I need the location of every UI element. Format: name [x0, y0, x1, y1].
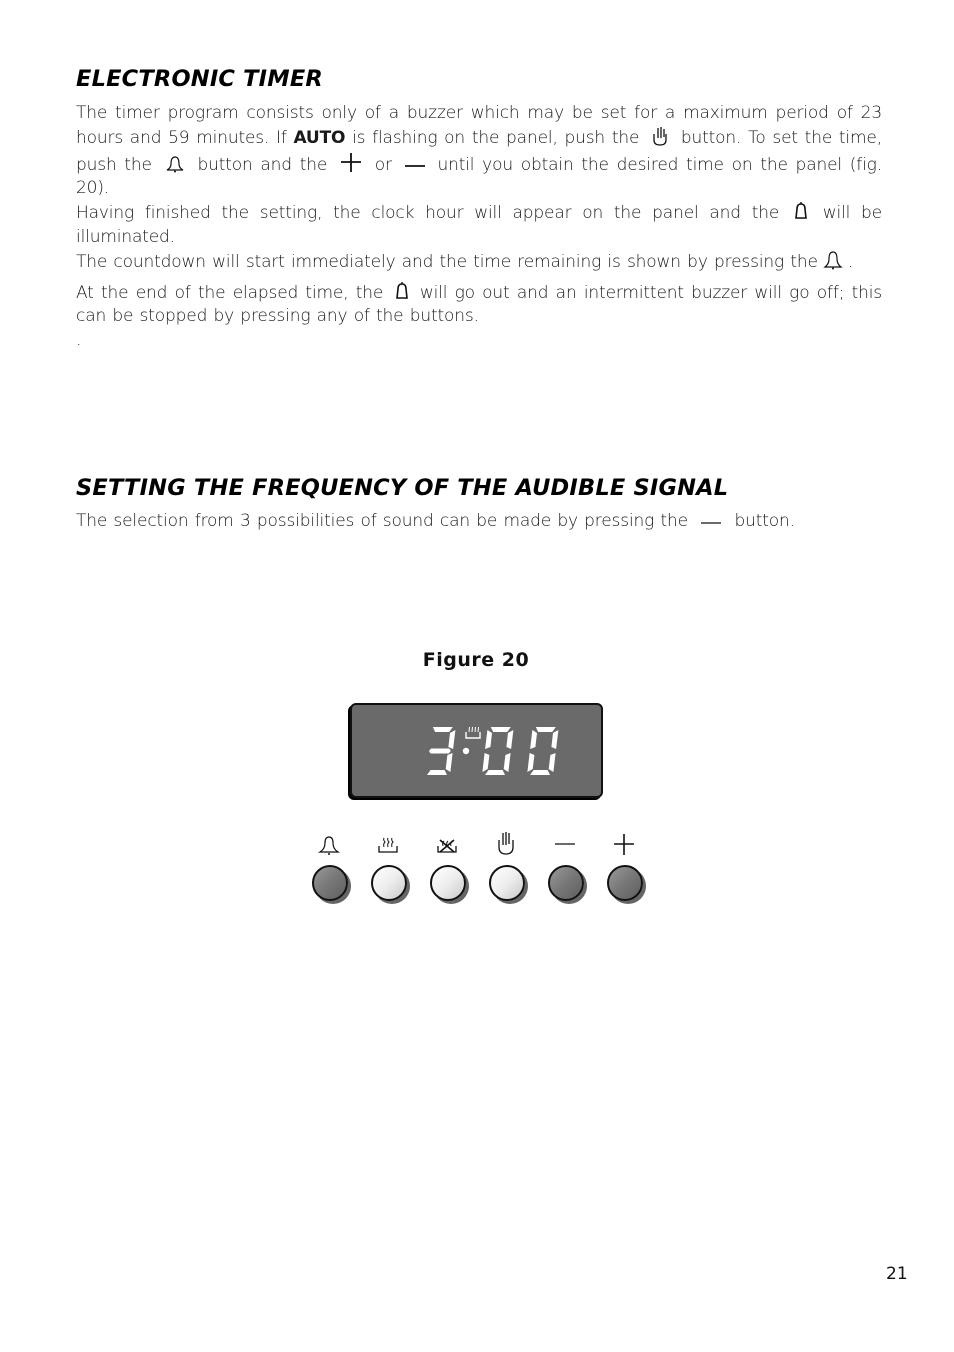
- stray-period: .: [76, 330, 82, 351]
- segment-g: [428, 748, 451, 754]
- paragraph: The countdown will start immediately and…: [76, 250, 882, 275]
- text: button and the: [197, 154, 328, 175]
- display-digit-minute-ones: [527, 727, 559, 775]
- cooking-icon: [465, 726, 481, 739]
- text: or: [374, 154, 392, 175]
- display-digit-hour: [427, 727, 456, 775]
- display-colon-dot: [462, 747, 470, 755]
- paragraph: The timer program consists only of a buz…: [76, 102, 882, 201]
- display-digit-minute-tens: [482, 727, 514, 775]
- manual-hand-icon: [650, 126, 670, 146]
- segment-c: [548, 753, 556, 772]
- plus-button[interactable]: [607, 865, 643, 901]
- minus-button[interactable]: [548, 865, 584, 901]
- section-title-electronic-timer: ELECTRONIC TIMER: [76, 66, 323, 92]
- end-cooking-button[interactable]: [430, 865, 466, 901]
- manual-button[interactable]: [489, 865, 525, 901]
- segment-b: [506, 730, 514, 749]
- seven-segment-readout: [427, 726, 559, 775]
- text: The countdown will start immediately and…: [76, 251, 818, 272]
- segment-a: [535, 727, 556, 732]
- bell-filled-icon: [395, 281, 409, 301]
- bell-icon: [164, 155, 186, 173]
- segment-e: [527, 753, 535, 772]
- page-number: 21: [886, 1264, 908, 1284]
- auto-label: AUTO: [293, 127, 346, 148]
- segment-d: [530, 770, 550, 775]
- text: The selection from 3 possibilities of so…: [76, 511, 688, 531]
- figure-caption-text: Figure 20: [422, 649, 530, 671]
- segment-d: [427, 770, 447, 775]
- paragraph: The selection from 3 possibilities of so…: [76, 510, 882, 534]
- cooking-duration-button[interactable]: [371, 865, 407, 901]
- text: .: [847, 251, 854, 272]
- timer-display: [350, 703, 603, 798]
- minus-icon: [404, 159, 426, 173]
- bell-filled-icon: [794, 201, 808, 221]
- text: button.: [680, 127, 742, 148]
- paragraph: Having finished the setting, the clock h…: [76, 201, 882, 250]
- bell-icon: [309, 834, 349, 860]
- segment-f: [485, 730, 492, 749]
- plus-icon: [604, 832, 644, 858]
- manual-hand-icon: [486, 830, 526, 856]
- end-cooking-icon: [427, 834, 467, 860]
- segment-a: [490, 727, 511, 732]
- minus-icon: [545, 834, 585, 860]
- segment-d: [485, 770, 505, 775]
- timer-button[interactable]: [312, 865, 348, 901]
- segment-e: [482, 753, 490, 772]
- segment-a: [432, 727, 453, 732]
- text: is flashing on the panel, push the: [345, 127, 640, 148]
- segment-b: [448, 730, 456, 749]
- plus-icon: [339, 151, 363, 173]
- paragraph: At the end of the elapsed time, the will…: [76, 281, 882, 330]
- electronic-timer-body: The timer program consists only of a buz…: [76, 102, 882, 353]
- cooking-duration-icon: [368, 834, 408, 860]
- text: At the end of the elapsed time, the: [76, 282, 384, 303]
- audible-signal-body: The selection from 3 possibilities of so…: [76, 510, 882, 534]
- section-title-audible-signal: SETTING THE FREQUENCY OF THE AUDIBLE SIG…: [76, 475, 729, 501]
- bell-icon: [822, 250, 844, 270]
- segment-f: [530, 730, 537, 749]
- text: Having finished the setting, the clock h…: [76, 203, 780, 224]
- segment-b: [551, 730, 559, 749]
- minus-icon: [698, 515, 724, 529]
- figure-caption: Figure 20: [0, 649, 954, 671]
- segment-c: [503, 753, 511, 772]
- manual-page: ELECTRONIC TIMER The timer program consi…: [0, 0, 954, 1352]
- segment-c: [445, 753, 453, 772]
- text: button.: [734, 511, 795, 531]
